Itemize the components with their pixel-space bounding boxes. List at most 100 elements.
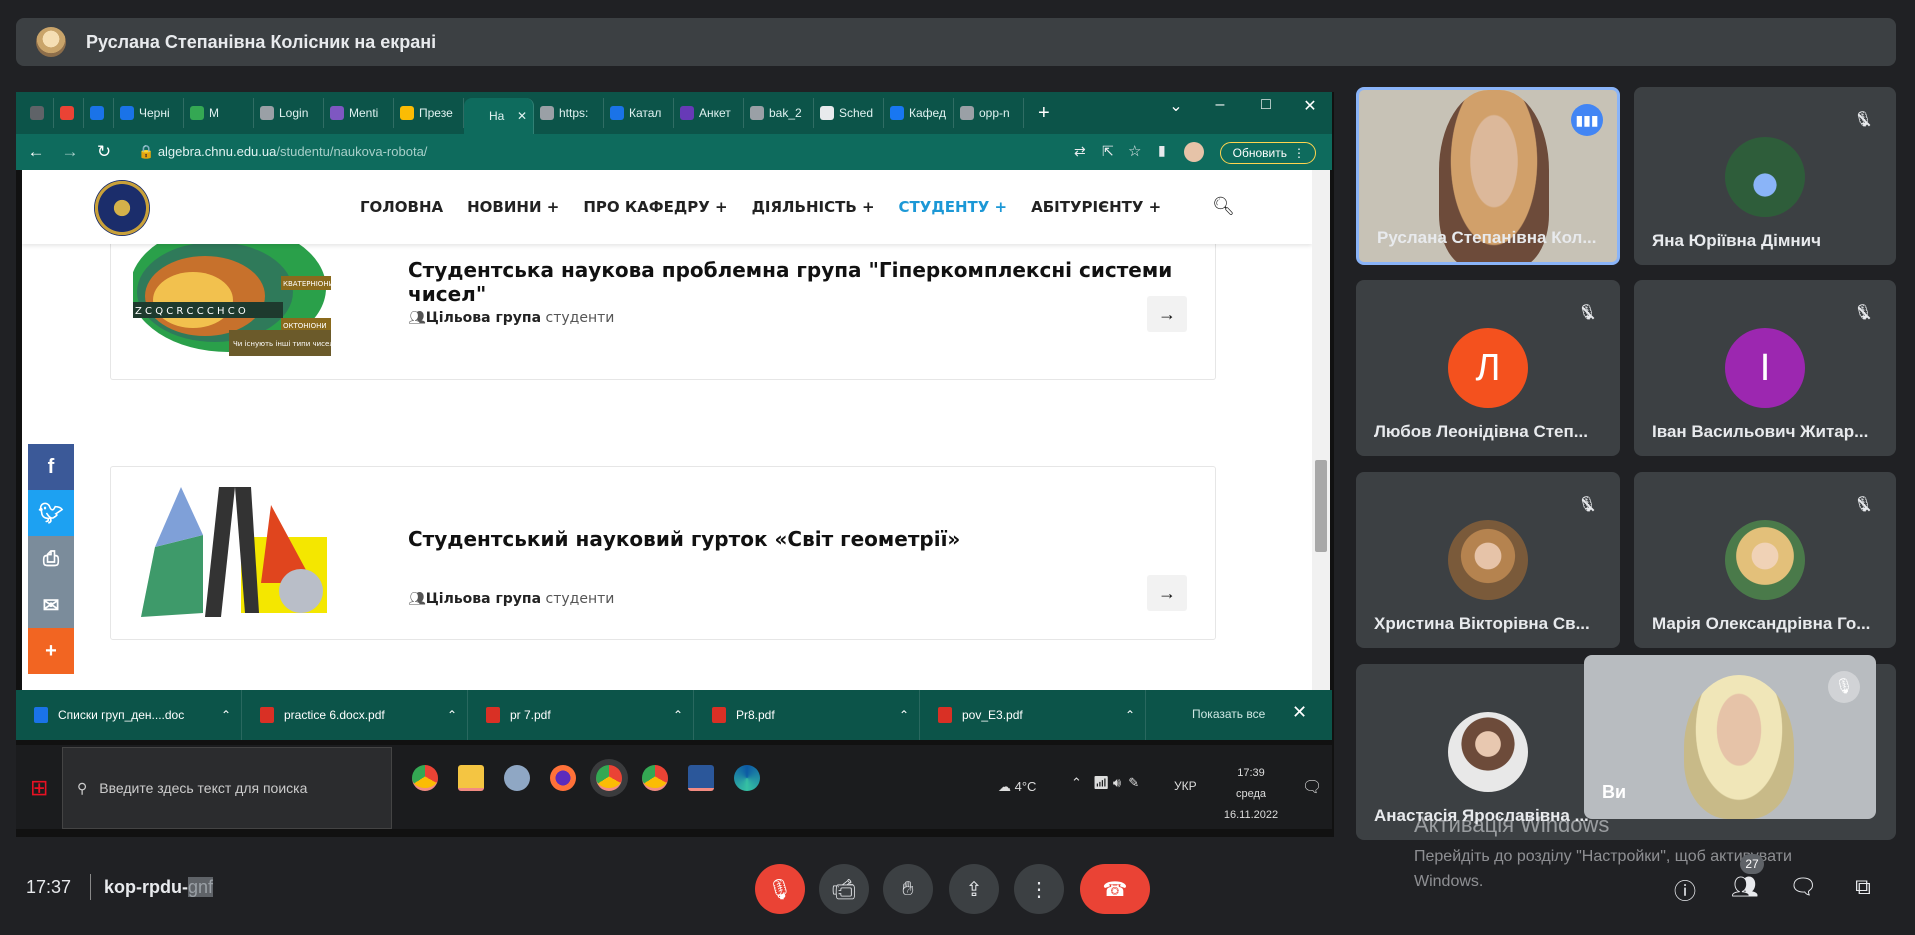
maximize-button[interactable]: □ [1246, 96, 1286, 114]
paint-taskbar-icon[interactable] [504, 765, 530, 791]
meeting-info-icon[interactable]: ⓘ [1670, 874, 1700, 904]
department-logo[interactable] [94, 180, 150, 236]
activities-icon[interactable]: ⧉ [1848, 874, 1878, 904]
windows-search-box[interactable]: ⚲ Введите здесь текст для поиска [62, 747, 392, 829]
download-options-icon[interactable]: ⌃ [211, 708, 241, 722]
browser-tab[interactable]: Menti [324, 98, 394, 128]
browser-tab[interactable]: opp-n [954, 98, 1024, 128]
twitter-icon[interactable]: 🐦︎ [28, 490, 74, 536]
windows-start-icon[interactable]: ⊞ [30, 775, 48, 801]
scrollbar-thumb[interactable] [1315, 460, 1327, 552]
download-options-icon[interactable]: ⌃ [663, 708, 693, 722]
download-options-icon[interactable]: ⌃ [437, 708, 467, 722]
browser-tab[interactable]: На ✕ [464, 98, 534, 134]
download-item[interactable]: pr 7.pdf ⌃ [468, 690, 694, 740]
explorer-taskbar-icon[interactable] [458, 765, 484, 791]
system-tray[interactable]: ⌃ 📶︎ 🔊︎ ✎ [1071, 775, 1139, 791]
profile-avatar[interactable] [1184, 142, 1204, 162]
download-item[interactable]: Pr8.pdf ⌃ [694, 690, 920, 740]
download-options-icon[interactable]: ⌃ [889, 708, 919, 722]
close-tab-icon[interactable]: ✕ [517, 109, 527, 123]
show-all-downloads[interactable]: Показать все [1192, 707, 1265, 721]
download-item[interactable]: practice 6.docx.pdf ⌃ [242, 690, 468, 740]
site-menu-item[interactable]: АБІТУРІЄНТУ + [1031, 198, 1161, 216]
firefox-taskbar-icon[interactable] [550, 765, 576, 791]
participant-tile[interactable]: 🎙︎ Яна Юріївна Дімнич [1634, 87, 1896, 265]
print-icon[interactable]: ⎙ [28, 536, 74, 582]
close-window-button[interactable]: ✕ [1290, 96, 1330, 116]
email-icon[interactable]: ✉ [28, 582, 74, 628]
minimize-button[interactable]: – [1200, 96, 1240, 114]
browser-tab[interactable]: Login [254, 98, 324, 128]
weather-widget[interactable]: ☁ 4°C [998, 779, 1036, 795]
bookmark-star-icon[interactable]: ☆ [1128, 142, 1141, 160]
card-arrow-button[interactable]: → [1147, 296, 1187, 332]
word-taskbar-icon[interactable] [688, 765, 714, 791]
site-search-icon[interactable]: 🔍︎ [1212, 196, 1235, 217]
tab-search-icon[interactable]: ⌄ [1156, 96, 1196, 116]
leave-call-button[interactable]: ☎︎ [1080, 864, 1150, 914]
browser-tab[interactable] [84, 98, 114, 128]
participant-tile[interactable]: Л 🎙︎ Любов Леонідівна Степ... [1356, 280, 1620, 456]
back-icon[interactable]: ← [22, 142, 50, 162]
url-field[interactable]: 🔒 algebra.chnu.edu.ua/studentu/naukova-r… [138, 144, 427, 160]
edge-taskbar-icon[interactable] [734, 765, 760, 791]
chrome-active-taskbar-icon[interactable] [596, 765, 622, 791]
language-indicator[interactable]: УКР [1174, 779, 1197, 793]
download-options-icon[interactable]: ⌃ [1115, 708, 1145, 722]
camera-toggle-button[interactable]: 📹︎ [819, 864, 869, 914]
participant-tile-speaker[interactable]: ▮▮▮ Руслана Степанівна Кол... [1356, 87, 1620, 265]
card-hypercomplex[interactable]: КВАТЕРНІОНИ Z C Q C R C C C H C O ОКТОНІ… [110, 230, 1216, 380]
more-options-button[interactable]: ⋮ [1014, 864, 1064, 914]
browser-tab[interactable]: https: [534, 98, 604, 128]
browser-tab[interactable]: Sched [814, 98, 884, 128]
browser-tab[interactable]: bak_2 [744, 98, 814, 128]
site-menu-item[interactable]: СТУДЕНТУ + [899, 198, 1008, 216]
facebook-icon[interactable]: f [28, 444, 74, 490]
card-arrow-button[interactable]: → [1147, 575, 1187, 611]
site-menu-item[interactable]: ДІЯЛЬНІСТЬ + [752, 198, 875, 216]
browser-tab[interactable] [54, 98, 84, 128]
chrome-taskbar-icon[interactable] [412, 765, 438, 791]
chat-icon[interactable]: 🗨︎ [1788, 874, 1818, 904]
card-title[interactable]: Студентська наукова проблемна група "Гіп… [408, 258, 1215, 306]
mic-toggle-button[interactable]: 🎙︎ [755, 864, 805, 914]
notifications-icon[interactable]: 🗨︎ [1302, 777, 1322, 797]
raise-hand-button[interactable]: ✋︎ [883, 864, 933, 914]
browser-tab[interactable]: Кафед [884, 98, 954, 128]
tab-label: bak_2 [769, 106, 802, 120]
more-share-icon[interactable]: + [28, 628, 74, 674]
self-view-tile[interactable]: 🎙︎ Ви [1584, 655, 1876, 819]
self-video [1684, 675, 1794, 819]
present-button[interactable]: ⇪ [949, 864, 999, 914]
translate-icon[interactable]: ⇄ [1074, 143, 1086, 160]
card-title[interactable]: Студентський науковий гурток «Світ геоме… [408, 527, 960, 551]
page-scrollbar[interactable] [1312, 170, 1330, 690]
taskbar-clock[interactable]: 17:39 среда 16.11.2022 [1216, 763, 1286, 826]
card-geometry[interactable]: Студентський науковий гурток «Світ геоме… [110, 466, 1216, 640]
browser-tab[interactable]: Черні [114, 98, 184, 128]
close-downloads-icon[interactable]: ✕ [1292, 702, 1307, 723]
download-item[interactable]: Списки груп_ден....doc ⌃ [16, 690, 242, 740]
meeting-code[interactable]: kop-rpdu-gnf [104, 877, 214, 898]
forward-icon[interactable]: → [56, 142, 84, 162]
share-icon[interactable]: ⇱ [1102, 143, 1114, 160]
people-icon[interactable]: 👥︎ [1730, 874, 1760, 904]
browser-tab[interactable] [24, 98, 54, 128]
participant-tile[interactable]: 🎙︎ Марія Олександрівна Го... [1634, 472, 1896, 648]
download-item[interactable]: pov_E3.pdf ⌃ [920, 690, 1146, 740]
site-menu-item[interactable]: НОВИНИ + [467, 198, 559, 216]
browser-tab[interactable]: Презе [394, 98, 464, 128]
sidepanel-icon[interactable]: ▮ [1158, 142, 1166, 159]
browser-tab[interactable]: Катал [604, 98, 674, 128]
update-browser-button[interactable]: Обновить ⋮ [1219, 142, 1316, 164]
site-menu-item[interactable]: ПРО КАФЕДРУ + [583, 198, 727, 216]
chrome-profile-taskbar-icon[interactable] [642, 765, 668, 791]
browser-tab[interactable]: Анкет [674, 98, 744, 128]
participant-tile[interactable]: І 🎙︎ Іван Васильович Житар... [1634, 280, 1896, 456]
site-menu-item[interactable]: ГОЛОВНА [360, 198, 443, 216]
new-tab-button[interactable]: + [1038, 102, 1050, 125]
reload-icon[interactable]: ↻ [90, 142, 118, 162]
participant-tile[interactable]: 🎙︎ Христина Вікторівна Св... [1356, 472, 1620, 648]
browser-tab[interactable]: M [184, 98, 254, 128]
